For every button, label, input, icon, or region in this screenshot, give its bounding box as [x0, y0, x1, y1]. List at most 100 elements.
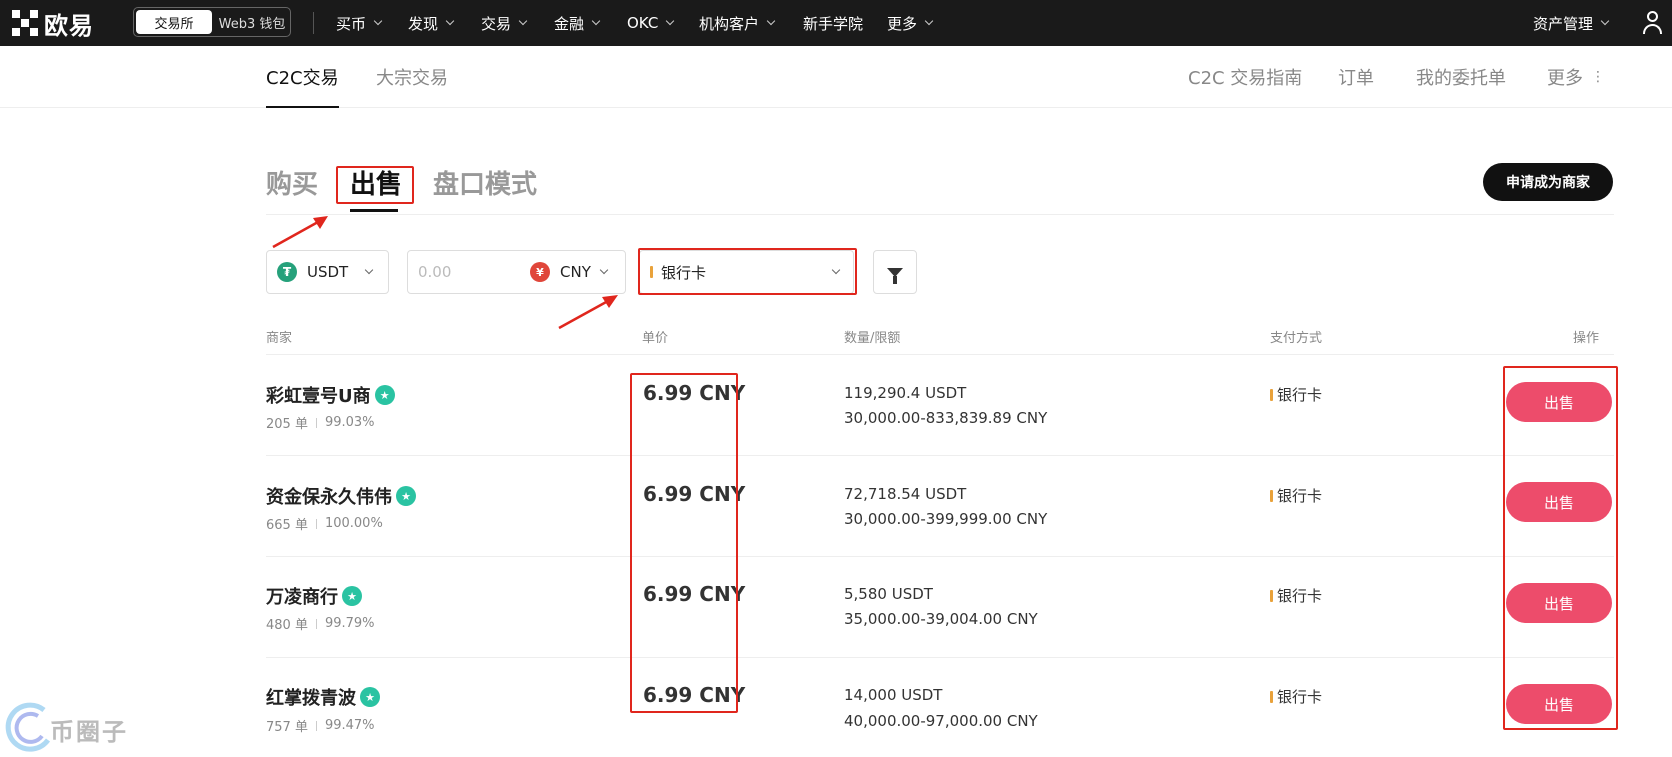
order-count: 205 单: [266, 417, 308, 432]
chevron-down-icon: [1600, 16, 1610, 26]
bank-card-marker-icon: [1270, 388, 1273, 401]
watermark-logo-icon: [5, 702, 51, 752]
header-payment: 支付方式: [1270, 331, 1323, 346]
order-limit: 30,000.00-399,999.00 CNY: [844, 510, 1048, 528]
merchant-name[interactable]: 资金保永久伟伟 ★: [266, 483, 416, 509]
order-count: 480 单: [266, 618, 308, 633]
tab-c2c[interactable]: C2C交易: [266, 46, 339, 108]
merchant-name-text: 红掌拨青波: [266, 688, 356, 709]
watermark-text: 币圈子: [50, 718, 128, 746]
merchant-stats: 757 单 99.47%: [266, 716, 375, 735]
nav-discover[interactable]: 发现: [408, 0, 455, 46]
bank-card-marker-icon: [1270, 690, 1273, 703]
coin-value: USDT: [307, 263, 349, 281]
annotation-arrow-icon: [558, 295, 618, 330]
available-quantity: 119,290.4 USDT: [844, 384, 967, 402]
user-icon[interactable]: [1642, 10, 1664, 36]
nav-label: 发现: [408, 14, 439, 33]
payment-method: 银行卡: [1270, 485, 1322, 506]
order-limit: 40,000.00-97,000.00 CNY: [844, 712, 1038, 730]
order-count: 757 单: [266, 720, 308, 735]
sub-navbar: C2C交易 大宗交易 C2C 交易指南 订单 我的委托单 更多 ⋮: [0, 46, 1672, 108]
my-ads-link[interactable]: 我的委托单: [1416, 46, 1506, 108]
nav-label: 资产管理: [1533, 14, 1594, 33]
nav-trade[interactable]: 交易: [481, 0, 528, 46]
order-limit: 30,000.00-833,839.89 CNY: [844, 409, 1048, 427]
order-count: 665 单: [266, 518, 308, 533]
coin-select[interactable]: ₮ USDT: [266, 250, 389, 294]
filter-button[interactable]: [873, 250, 917, 294]
exchange-toggle[interactable]: 交易所: [136, 10, 212, 34]
merchant-stats: 205 单 99.03%: [266, 413, 375, 432]
chevron-down-icon: [666, 16, 675, 26]
nav-buy-crypto[interactable]: 买币: [336, 0, 383, 46]
nav-more[interactable]: 更多: [887, 0, 934, 46]
web3-wallet-toggle[interactable]: Web3 钱包: [214, 8, 290, 36]
nav-label: 买币: [336, 14, 367, 33]
nav-label: 金融: [554, 14, 585, 33]
nav-label: 更多: [887, 14, 918, 33]
header-quantity: 数量/限额: [844, 331, 901, 346]
filter-funnel-icon: [887, 267, 903, 284]
chevron-down-icon: [518, 16, 528, 26]
nav-label: 机构客户: [699, 14, 760, 33]
payment-text: 银行卡: [1277, 688, 1323, 706]
merchant-name-text: 万凌商行: [266, 587, 338, 608]
tab-buy[interactable]: 购买: [266, 164, 318, 201]
verified-badge-icon: ★: [342, 586, 362, 606]
chevron-down-icon: [445, 16, 455, 26]
divider: [266, 214, 1614, 215]
amount-input[interactable]: 0.00: [418, 263, 530, 281]
top-navbar: 欧易 交易所 Web3 钱包 买币 发现 交易 金融 OKC 机构客户 新手学院…: [0, 0, 1672, 46]
available-quantity: 72,718.54 USDT: [844, 485, 967, 503]
c2c-guide-link[interactable]: C2C 交易指南: [1188, 46, 1302, 108]
nav-divider: [313, 12, 314, 34]
merchant-name-text: 资金保永久伟伟: [266, 487, 392, 508]
cny-icon: ¥: [530, 262, 550, 282]
nav-okc[interactable]: OKC: [627, 0, 675, 46]
amount-input-group[interactable]: 0.00 ¥ CNY: [407, 250, 626, 294]
okx-logo[interactable]: 欧易: [12, 8, 94, 40]
payment-text: 银行卡: [1277, 587, 1323, 605]
completion-rate: 99.03%: [324, 415, 375, 430]
row-divider: [266, 657, 1614, 658]
tab-block-trade[interactable]: 大宗交易: [376, 46, 448, 108]
order-limit: 35,000.00-39,004.00 CNY: [844, 610, 1038, 628]
nav-assets[interactable]: 资产管理: [1533, 0, 1610, 46]
payment-method: 银行卡: [1270, 585, 1322, 606]
header-price: 单价: [642, 331, 669, 346]
completion-rate: 99.79%: [324, 616, 375, 631]
chevron-down-icon: [373, 16, 383, 26]
active-tab-indicator: [350, 209, 398, 212]
annotation-arrow-icon: [272, 216, 328, 249]
tab-orderbook-mode[interactable]: 盘口模式: [433, 164, 537, 201]
available-quantity: 5,580 USDT: [844, 585, 933, 603]
merchant-name-text: 彩虹壹号U商: [266, 386, 371, 407]
completion-rate: 99.47%: [324, 718, 375, 733]
nav-academy[interactable]: 新手学院: [803, 0, 863, 46]
more-menu[interactable]: 更多 ⋮: [1547, 46, 1605, 108]
orders-link[interactable]: 订单: [1338, 46, 1374, 108]
chevron-down-icon: [766, 16, 776, 26]
merchant-name[interactable]: 红掌拨青波 ★: [266, 684, 380, 710]
verified-badge-icon: ★: [396, 486, 416, 506]
bank-card-marker-icon: [1270, 489, 1273, 502]
header-action: 操作: [1573, 331, 1600, 346]
chevron-down-icon: [364, 265, 374, 275]
more-dots-icon: ⋮: [1591, 69, 1605, 85]
chevron-down-icon: [599, 265, 609, 275]
watermark: 币圈子: [4, 700, 154, 754]
merchant-stats: 665 单 100.00%: [266, 514, 383, 533]
nav-institutional[interactable]: 机构客户: [699, 0, 776, 46]
payment-text: 银行卡: [1277, 386, 1323, 404]
merchant-name[interactable]: 万凌商行 ★: [266, 583, 362, 609]
nav-finance[interactable]: 金融: [554, 0, 601, 46]
header-divider: [266, 354, 1614, 355]
completion-rate: 100.00%: [324, 516, 383, 531]
payment-text: 银行卡: [1277, 487, 1323, 505]
chevron-down-icon: [924, 16, 934, 26]
merchant-name[interactable]: 彩虹壹号U商 ★: [266, 382, 395, 408]
tether-icon: ₮: [277, 262, 297, 282]
annotation-box-sell-buttons: [1503, 366, 1618, 730]
apply-merchant-button[interactable]: 申请成为商家: [1483, 163, 1613, 201]
